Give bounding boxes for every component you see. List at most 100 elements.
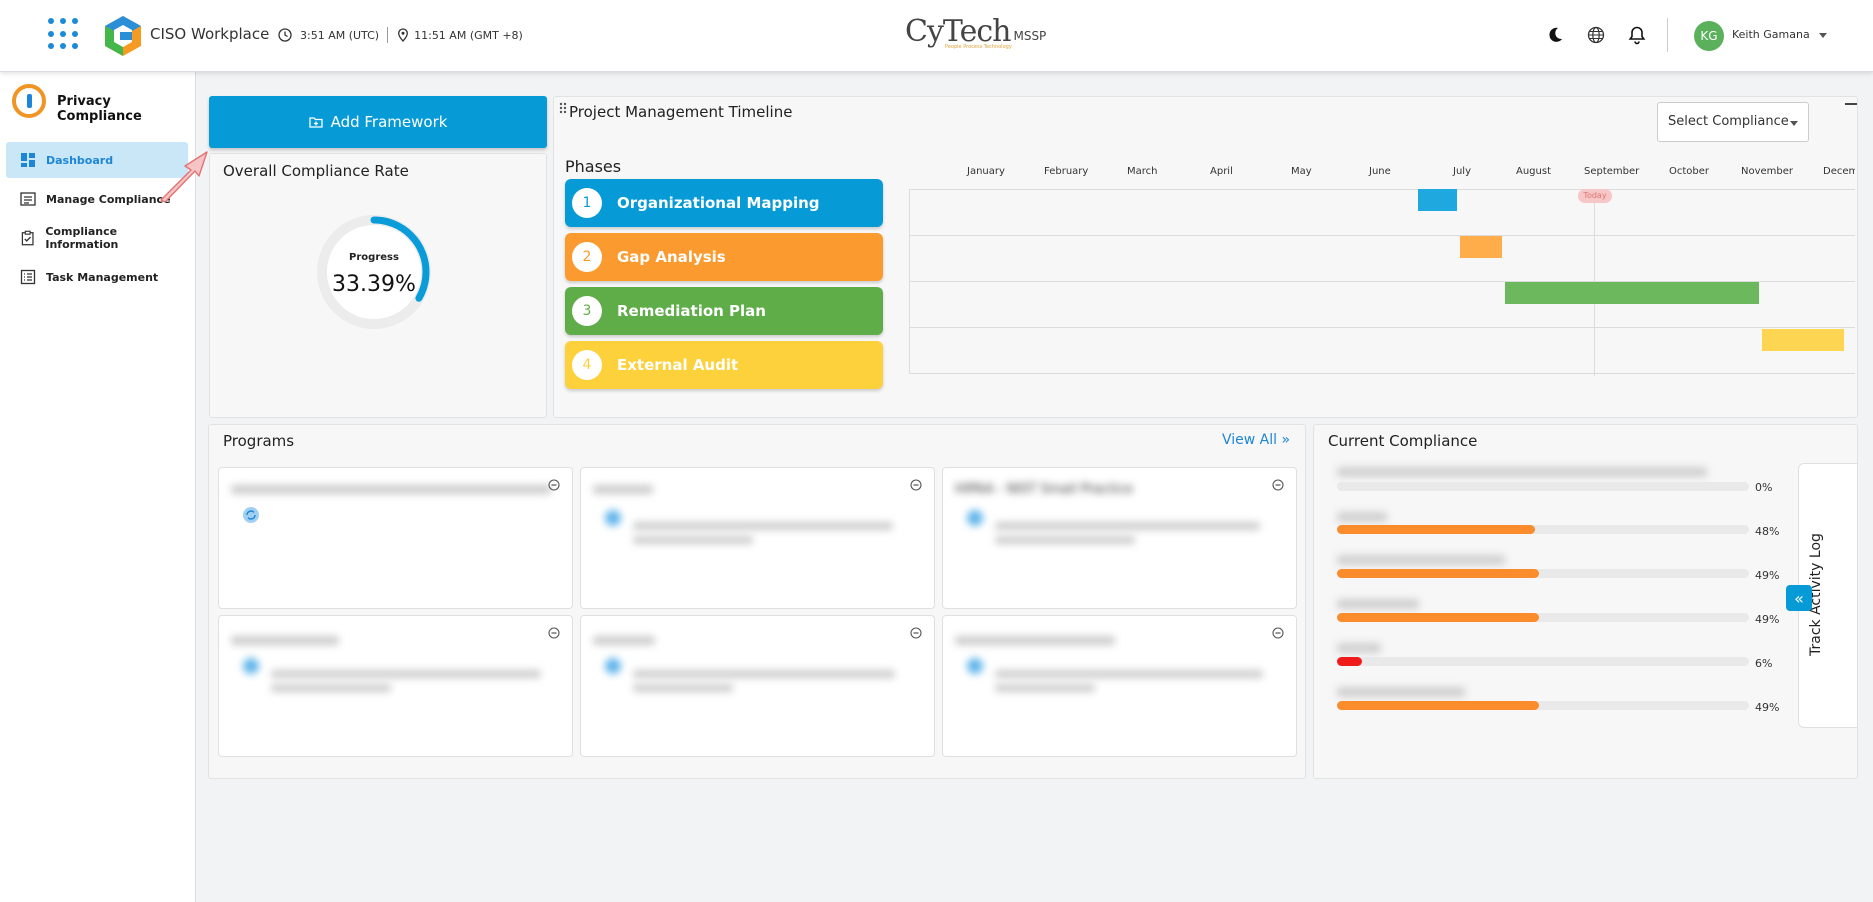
month-label: September <box>1584 166 1640 177</box>
phase-number: 3 <box>572 296 602 326</box>
compliance-percent: 6% <box>1755 657 1773 670</box>
bell-icon[interactable] <box>1627 25 1647 45</box>
program-description-redacted <box>995 536 1135 544</box>
view-all-link[interactable]: View All » <box>1222 432 1290 448</box>
sidebar-item-label: Compliance Information <box>45 225 119 251</box>
program-description-redacted <box>995 684 1095 692</box>
minus-circle-icon[interactable] <box>548 479 560 491</box>
month-label: June <box>1369 166 1391 177</box>
privacy-compliance-logo <box>12 84 46 118</box>
top-bar: CISO Workplace 3:51 AM (UTC) 11:51 AM (G… <box>0 0 1873 72</box>
apps-grid-icon[interactable] <box>48 18 80 50</box>
program-badge-icon <box>243 658 259 674</box>
program-badge-icon <box>605 658 621 674</box>
app-title: CISO Workplace <box>150 25 270 43</box>
compliance-progress-bar <box>1337 525 1749 534</box>
month-label: October <box>1669 166 1710 177</box>
sidebar-item-label: Task Management <box>46 270 159 284</box>
program-card[interactable] <box>942 615 1297 757</box>
refresh-badge-icon <box>243 507 259 523</box>
month-label: November <box>1741 166 1794 177</box>
sidebar-item-label: Manage Compliance <box>46 192 171 206</box>
moon-icon[interactable] <box>1545 25 1565 45</box>
program-title-redacted <box>593 485 653 494</box>
folder-plus-icon <box>308 117 323 128</box>
program-card[interactable] <box>218 615 573 757</box>
compliance-percent: 49% <box>1755 701 1780 714</box>
phase-remediation-plan: 3 Remediation Plan <box>565 287 883 335</box>
minus-circle-icon[interactable] <box>548 627 560 639</box>
divider <box>387 27 389 43</box>
minus-circle-icon[interactable] <box>910 627 922 639</box>
compliance-progress-fill <box>1337 613 1539 622</box>
minus-circle-icon[interactable] <box>1272 479 1284 491</box>
double-chevron-right-icon: » <box>1281 432 1291 448</box>
today-marker: Today <box>1578 189 1612 203</box>
program-title-redacted <box>231 636 339 645</box>
compliance-percent: 48% <box>1755 525 1780 538</box>
gantt-gridline <box>909 373 1855 374</box>
minimize-icon[interactable] <box>1845 103 1857 105</box>
program-description-redacted <box>633 536 753 544</box>
module-title: Privacy Compliance <box>57 94 142 124</box>
utc-time: 3:51 AM (UTC) <box>300 28 380 42</box>
list-icon <box>20 192 36 206</box>
dashboard-icon <box>21 153 35 167</box>
program-badge-icon <box>967 510 983 526</box>
program-title-redacted <box>593 636 655 645</box>
month-label: Decem <box>1823 166 1855 177</box>
progress-value: 33.39% <box>332 272 416 297</box>
phase-label: Gap Analysis <box>617 248 726 266</box>
compliance-name-redacted <box>1337 599 1419 609</box>
program-card[interactable] <box>580 615 935 757</box>
cytech-logo-suffix: MSSP <box>1013 29 1047 43</box>
program-card[interactable] <box>218 467 573 609</box>
double-chevron-left-icon[interactable]: « <box>1786 585 1812 611</box>
chevron-down-icon[interactable] <box>1819 33 1827 38</box>
clipboard-check-icon <box>21 230 34 246</box>
program-description-redacted <box>271 684 391 692</box>
gantt-bar-external-audit[interactable] <box>1762 329 1844 351</box>
compliance-select[interactable]: Select Compliance <box>1657 102 1809 142</box>
minus-circle-icon[interactable] <box>910 479 922 491</box>
drag-handle-icon[interactable] <box>559 102 567 114</box>
compliance-progress-fill <box>1337 569 1539 578</box>
add-framework-button[interactable]: Add Framework <box>209 96 547 148</box>
local-time: 11:51 AM (GMT +8) <box>414 28 523 42</box>
compliance-progress-bar <box>1337 482 1749 491</box>
user-name[interactable]: Keith Gamana <box>1732 28 1810 41</box>
program-title-redacted <box>955 636 1115 645</box>
gantt-bar-remediation-plan[interactable] <box>1505 282 1759 304</box>
ciso-workplace-logo <box>105 16 141 56</box>
compliance-percent: 49% <box>1755 569 1780 582</box>
compliance-name-redacted <box>1337 687 1465 697</box>
sidebar-item-compliance-information[interactable]: Compliance Information <box>6 220 188 256</box>
sidebar-item-task-management[interactable]: Task Management <box>6 259 188 295</box>
compliance-name-redacted <box>1337 555 1505 565</box>
phase-number: 2 <box>572 242 602 272</box>
program-card[interactable]: HIPAA - NIST Small Practice <box>942 467 1297 609</box>
gantt-bar-gap-analysis[interactable] <box>1460 236 1502 258</box>
globe-icon[interactable] <box>1586 25 1606 45</box>
progress-label: Progress <box>349 252 399 263</box>
program-card[interactable] <box>580 467 935 609</box>
phase-external-audit: 4 External Audit <box>565 341 883 389</box>
compliance-percent: 49% <box>1755 613 1780 626</box>
timeline-title: Project Management Timeline <box>569 103 793 121</box>
gantt-gridline <box>909 189 910 374</box>
avatar[interactable]: KG <box>1694 21 1724 51</box>
gantt-chart: January February March April May June Ju… <box>909 160 1855 376</box>
gantt-bar-organizational-mapping[interactable] <box>1418 189 1457 211</box>
program-description-redacted <box>633 670 895 678</box>
month-label: April <box>1210 166 1233 177</box>
compliance-progress-bar <box>1337 569 1749 578</box>
program-description-redacted <box>633 522 893 530</box>
cytech-mssp-logo: CyTech MSSP People Process Technology <box>905 14 1047 50</box>
phase-organizational-mapping: 1 Organizational Mapping <box>565 179 883 227</box>
compliance-progress-fill <box>1337 525 1535 534</box>
divider <box>1667 18 1668 52</box>
program-description-redacted <box>271 670 541 678</box>
minus-circle-icon[interactable] <box>1272 627 1284 639</box>
program-badge-icon <box>605 510 621 526</box>
current-compliance-title: Current Compliance <box>1328 432 1478 450</box>
